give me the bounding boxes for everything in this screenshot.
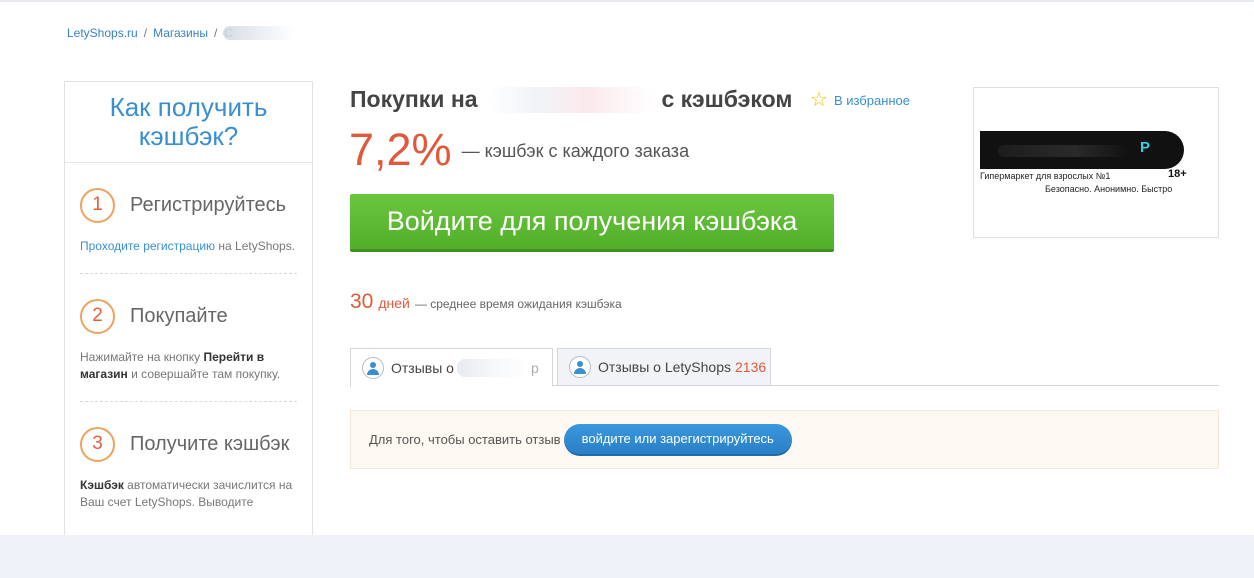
star-icon: ☆ — [810, 89, 828, 111]
step-text-bold: Кэшбэк — [80, 478, 124, 492]
breadcrumb-current: С — [223, 26, 296, 40]
review-prompt-text: Для того, чтобы оставить отзыв — [369, 432, 561, 447]
ad-subtagline: Безопасно. Анонимно. Быстро — [1045, 184, 1173, 194]
breadcrumb-current-text: С — [224, 26, 233, 40]
store-name-redacted — [456, 358, 531, 377]
review-count: 2136 — [735, 359, 767, 375]
ad-logo: P — [980, 131, 1184, 169]
login-for-cashback-button[interactable]: Войдите для получения кэшбэка — [350, 194, 834, 252]
step-label: Регистрируйтесь — [130, 193, 287, 216]
how-to-sidebar: Как получить кэшбэк? 1 Регистрируйтесь П… — [64, 81, 313, 551]
step-text: Нажимайте на кнопку — [80, 350, 204, 364]
ad-tagline: Гипермаркет для взрослых №1 — [980, 171, 1111, 181]
sidebar-title: Как получить кэшбэк? — [65, 82, 312, 163]
breadcrumb-separator: / — [143, 26, 148, 40]
step-register: 1 Регистрируйтесь Проходите регистрацию … — [80, 163, 297, 274]
tab-store-reviews[interactable]: Отзывы о р — [350, 348, 553, 387]
favorite-label: В избранное — [833, 92, 911, 108]
review-login-prompt: Для того, чтобы оставить отзыв войдите и… — [350, 410, 1219, 469]
ad-logo-redacted — [998, 145, 1128, 157]
wait-time: 30 дней — среднее время ожидания кэшбэка — [350, 290, 622, 314]
tab-label: Отзывы о LetyShops — [598, 359, 732, 375]
user-icon — [362, 356, 384, 379]
wait-number: 30 — [350, 290, 374, 313]
step-label: Получите кэшбэк — [130, 432, 290, 455]
step-number: 3 — [80, 426, 115, 462]
ad-logo-letter: P — [1139, 139, 1150, 156]
wait-unit: дней — [378, 295, 410, 311]
breadcrumb-separator: / — [213, 26, 218, 40]
breadcrumb: LetyShops.ru / Магазины / С — [67, 26, 296, 40]
add-to-favorites[interactable]: ☆ В избранное — [810, 90, 910, 110]
breadcrumb-home-link[interactable]: LetyShops.ru — [67, 26, 138, 40]
ad-banner[interactable]: P 18+ Гипермаркет для взрослых №1 Безопа… — [973, 87, 1219, 238]
cashback-description: — кэшбэк с каждого заказа — [461, 140, 690, 161]
footer-band — [0, 535, 1254, 578]
user-icon — [569, 356, 591, 378]
step-number: 1 — [80, 187, 115, 223]
breadcrumb-shops-link[interactable]: Магазины — [153, 26, 208, 40]
step-description: Нажимайте на кнопку Перейти в магазин и … — [80, 349, 297, 383]
review-tabs: Отзывы о р Отзывы о LetyShops 2136 — [350, 348, 1219, 387]
top-divider — [0, 0, 1254, 2]
step-shop: 2 Покупайте Нажимайте на кнопку Перейти … — [80, 274, 297, 402]
wait-description: — среднее время ожидания кэшбэка — [414, 297, 622, 311]
step-number: 2 — [80, 298, 115, 334]
step-cashback: 3 Получите кэшбэк Кэшбэк автоматически з… — [80, 402, 297, 529]
registration-link[interactable]: Проходите регистрацию — [80, 239, 215, 253]
age-rating: 18+ — [1168, 168, 1187, 180]
title-prefix: Покупки на — [350, 86, 478, 112]
title-suffix: с кэшбэком — [661, 86, 793, 112]
step-text: и совершайте там покупку. — [127, 367, 281, 381]
tab-label-tail: р — [530, 359, 539, 376]
store-name-redacted — [485, 86, 654, 113]
page-title: Покупки на с кэшбэком — [350, 86, 792, 113]
step-label: Покупайте — [130, 304, 228, 327]
step-description: Проходите регистрацию на LetyShops. — [80, 238, 297, 255]
tab-label: Отзывы о — [391, 359, 454, 376]
tab-letyshops-reviews[interactable]: Отзывы о LetyShops 2136 — [557, 348, 771, 386]
step-description: Кэшбэк автоматически зачислится на Ваш с… — [80, 477, 297, 511]
step-text: на LetyShops. — [215, 239, 296, 253]
cashback-rate: 7,2% — кэшбэк с каждого заказа — [349, 124, 689, 176]
cashback-percent: 7,2% — [349, 124, 452, 175]
login-or-register-button[interactable]: войдите или зарегистрируйтесь — [563, 423, 792, 456]
